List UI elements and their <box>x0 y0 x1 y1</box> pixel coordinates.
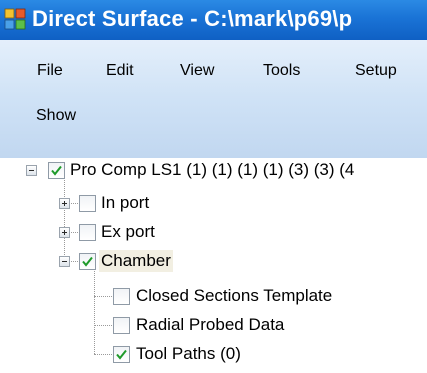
chamber-checkbox[interactable] <box>79 253 96 270</box>
collapse-root-icon[interactable] <box>26 165 37 176</box>
ex-port-checkbox[interactable] <box>79 224 96 241</box>
tree-view[interactable]: Pro Comp LS1 (1) (1) (1) (1) (3) (3) (4 … <box>0 158 427 373</box>
tree-node-chamber[interactable]: Chamber <box>99 250 173 272</box>
tree-connector <box>94 296 112 297</box>
tree-node-closed-sections[interactable]: Closed Sections Template <box>136 285 332 307</box>
tree-node-ex-port[interactable]: Ex port <box>101 221 155 243</box>
menu-bar: File Edit View Tools Setup Show <box>0 40 427 158</box>
tree-node-radial-probed[interactable]: Radial Probed Data <box>136 314 284 336</box>
app-grid-icon[interactable] <box>4 8 26 30</box>
tree-connector <box>94 325 112 326</box>
menu-file[interactable]: File <box>37 62 63 80</box>
radial-probed-checkbox[interactable] <box>113 317 130 334</box>
root-checkbox[interactable] <box>48 162 65 179</box>
menu-edit[interactable]: Edit <box>106 62 134 80</box>
check-icon <box>51 165 62 176</box>
title-bar[interactable]: Direct Surface - C:\mark\p69\p <box>0 0 427 40</box>
tool-paths-checkbox[interactable] <box>113 346 130 363</box>
tree-connector <box>64 178 65 261</box>
collapse-icon[interactable] <box>59 256 70 267</box>
tree-connector <box>94 354 112 355</box>
tree-connector <box>94 269 95 354</box>
tree-node-tool-paths[interactable]: Tool Paths (0) <box>136 343 241 365</box>
in-port-checkbox[interactable] <box>79 195 96 212</box>
check-icon <box>116 349 127 360</box>
check-icon <box>82 256 93 267</box>
tree-root-label[interactable]: Pro Comp LS1 (1) (1) (1) (1) (3) (3) (4 <box>70 159 354 181</box>
closed-sections-checkbox[interactable] <box>113 288 130 305</box>
window-title: Direct Surface - C:\mark\p69\p <box>32 6 353 31</box>
expand-icon[interactable] <box>59 227 70 238</box>
expand-icon[interactable] <box>59 198 70 209</box>
tree-node-in-port[interactable]: In port <box>101 192 149 214</box>
menu-view[interactable]: View <box>180 62 214 80</box>
menu-tools[interactable]: Tools <box>263 62 300 80</box>
menu-setup[interactable]: Setup <box>355 62 397 80</box>
menu-show[interactable]: Show <box>36 107 76 125</box>
